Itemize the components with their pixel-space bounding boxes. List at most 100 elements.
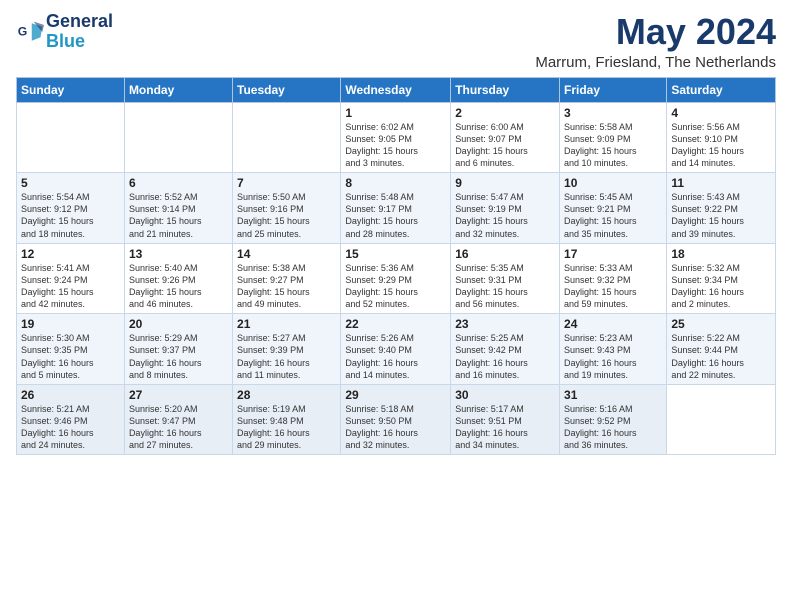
logo-line2: Blue [46,32,113,52]
table-row: 22Sunrise: 5:26 AM Sunset: 9:40 PM Dayli… [341,314,451,385]
day-info: Sunrise: 5:48 AM Sunset: 9:17 PM Dayligh… [345,191,446,240]
month-title: May 2024 [535,12,776,52]
calendar-week-row: 26Sunrise: 5:21 AM Sunset: 9:46 PM Dayli… [17,384,776,455]
day-number: 7 [237,176,336,190]
day-info: Sunrise: 5:38 AM Sunset: 9:27 PM Dayligh… [237,262,336,311]
day-info: Sunrise: 6:02 AM Sunset: 9:05 PM Dayligh… [345,121,446,170]
day-info: Sunrise: 5:35 AM Sunset: 9:31 PM Dayligh… [455,262,555,311]
logo: G General Blue [16,12,113,52]
day-info: Sunrise: 5:25 AM Sunset: 9:42 PM Dayligh… [455,332,555,381]
day-number: 17 [564,247,662,261]
table-row: 24Sunrise: 5:23 AM Sunset: 9:43 PM Dayli… [560,314,667,385]
col-monday: Monday [124,77,232,102]
day-info: Sunrise: 5:43 AM Sunset: 9:22 PM Dayligh… [671,191,771,240]
day-info: Sunrise: 5:23 AM Sunset: 9:43 PM Dayligh… [564,332,662,381]
day-number: 11 [671,176,771,190]
day-number: 30 [455,388,555,402]
day-number: 25 [671,317,771,331]
day-number: 12 [21,247,120,261]
table-row: 1Sunrise: 6:02 AM Sunset: 9:05 PM Daylig… [341,102,451,173]
day-number: 1 [345,106,446,120]
col-sunday: Sunday [17,77,125,102]
day-number: 14 [237,247,336,261]
day-info: Sunrise: 5:16 AM Sunset: 9:52 PM Dayligh… [564,403,662,452]
day-number: 26 [21,388,120,402]
table-row: 27Sunrise: 5:20 AM Sunset: 9:47 PM Dayli… [124,384,232,455]
day-number: 4 [671,106,771,120]
day-info: Sunrise: 5:45 AM Sunset: 9:21 PM Dayligh… [564,191,662,240]
day-number: 16 [455,247,555,261]
day-number: 2 [455,106,555,120]
day-info: Sunrise: 5:33 AM Sunset: 9:32 PM Dayligh… [564,262,662,311]
day-number: 13 [129,247,228,261]
calendar-wrapper: Sunday Monday Tuesday Wednesday Thursday… [0,77,792,456]
table-row: 10Sunrise: 5:45 AM Sunset: 9:21 PM Dayli… [560,173,667,244]
table-row: 3Sunrise: 5:58 AM Sunset: 9:09 PM Daylig… [560,102,667,173]
calendar-week-row: 19Sunrise: 5:30 AM Sunset: 9:35 PM Dayli… [17,314,776,385]
day-info: Sunrise: 6:00 AM Sunset: 9:07 PM Dayligh… [455,121,555,170]
day-info: Sunrise: 5:29 AM Sunset: 9:37 PM Dayligh… [129,332,228,381]
day-info: Sunrise: 5:50 AM Sunset: 9:16 PM Dayligh… [237,191,336,240]
col-thursday: Thursday [451,77,560,102]
col-tuesday: Tuesday [233,77,341,102]
day-info: Sunrise: 5:19 AM Sunset: 9:48 PM Dayligh… [237,403,336,452]
table-row: 21Sunrise: 5:27 AM Sunset: 9:39 PM Dayli… [233,314,341,385]
table-row: 26Sunrise: 5:21 AM Sunset: 9:46 PM Dayli… [17,384,125,455]
day-info: Sunrise: 5:30 AM Sunset: 9:35 PM Dayligh… [21,332,120,381]
calendar-header-row: Sunday Monday Tuesday Wednesday Thursday… [17,77,776,102]
table-row: 20Sunrise: 5:29 AM Sunset: 9:37 PM Dayli… [124,314,232,385]
col-wednesday: Wednesday [341,77,451,102]
table-row: 30Sunrise: 5:17 AM Sunset: 9:51 PM Dayli… [451,384,560,455]
table-row: 9Sunrise: 5:47 AM Sunset: 9:19 PM Daylig… [451,173,560,244]
day-info: Sunrise: 5:22 AM Sunset: 9:44 PM Dayligh… [671,332,771,381]
logo-text: General Blue [46,12,113,52]
day-info: Sunrise: 5:32 AM Sunset: 9:34 PM Dayligh… [671,262,771,311]
table-row: 6Sunrise: 5:52 AM Sunset: 9:14 PM Daylig… [124,173,232,244]
day-info: Sunrise: 5:18 AM Sunset: 9:50 PM Dayligh… [345,403,446,452]
calendar-table: Sunday Monday Tuesday Wednesday Thursday… [16,77,776,456]
day-number: 31 [564,388,662,402]
day-number: 6 [129,176,228,190]
day-info: Sunrise: 5:58 AM Sunset: 9:09 PM Dayligh… [564,121,662,170]
day-info: Sunrise: 5:20 AM Sunset: 9:47 PM Dayligh… [129,403,228,452]
table-row: 29Sunrise: 5:18 AM Sunset: 9:50 PM Dayli… [341,384,451,455]
calendar-week-row: 1Sunrise: 6:02 AM Sunset: 9:05 PM Daylig… [17,102,776,173]
table-row: 17Sunrise: 5:33 AM Sunset: 9:32 PM Dayli… [560,243,667,314]
day-number: 19 [21,317,120,331]
table-row: 18Sunrise: 5:32 AM Sunset: 9:34 PM Dayli… [667,243,776,314]
day-number: 8 [345,176,446,190]
day-number: 29 [345,388,446,402]
day-info: Sunrise: 5:52 AM Sunset: 9:14 PM Dayligh… [129,191,228,240]
col-friday: Friday [560,77,667,102]
table-row [233,102,341,173]
day-info: Sunrise: 5:47 AM Sunset: 9:19 PM Dayligh… [455,191,555,240]
day-info: Sunrise: 5:36 AM Sunset: 9:29 PM Dayligh… [345,262,446,311]
table-row [667,384,776,455]
logo-icon: G [16,18,44,46]
table-row: 15Sunrise: 5:36 AM Sunset: 9:29 PM Dayli… [341,243,451,314]
table-row: 23Sunrise: 5:25 AM Sunset: 9:42 PM Dayli… [451,314,560,385]
table-row: 8Sunrise: 5:48 AM Sunset: 9:17 PM Daylig… [341,173,451,244]
col-saturday: Saturday [667,77,776,102]
logo-line1: General [46,12,113,32]
table-row: 16Sunrise: 5:35 AM Sunset: 9:31 PM Dayli… [451,243,560,314]
table-row: 5Sunrise: 5:54 AM Sunset: 9:12 PM Daylig… [17,173,125,244]
day-number: 24 [564,317,662,331]
day-info: Sunrise: 5:17 AM Sunset: 9:51 PM Dayligh… [455,403,555,452]
day-number: 28 [237,388,336,402]
calendar-week-row: 5Sunrise: 5:54 AM Sunset: 9:12 PM Daylig… [17,173,776,244]
day-number: 27 [129,388,228,402]
day-info: Sunrise: 5:27 AM Sunset: 9:39 PM Dayligh… [237,332,336,381]
day-number: 22 [345,317,446,331]
day-info: Sunrise: 5:40 AM Sunset: 9:26 PM Dayligh… [129,262,228,311]
day-number: 10 [564,176,662,190]
day-number: 5 [21,176,120,190]
calendar-week-row: 12Sunrise: 5:41 AM Sunset: 9:24 PM Dayli… [17,243,776,314]
day-number: 9 [455,176,555,190]
table-row: 13Sunrise: 5:40 AM Sunset: 9:26 PM Dayli… [124,243,232,314]
title-area: May 2024 Marrum, Friesland, The Netherla… [535,12,776,71]
day-number: 21 [237,317,336,331]
table-row: 11Sunrise: 5:43 AM Sunset: 9:22 PM Dayli… [667,173,776,244]
day-info: Sunrise: 5:26 AM Sunset: 9:40 PM Dayligh… [345,332,446,381]
table-row: 31Sunrise: 5:16 AM Sunset: 9:52 PM Dayli… [560,384,667,455]
